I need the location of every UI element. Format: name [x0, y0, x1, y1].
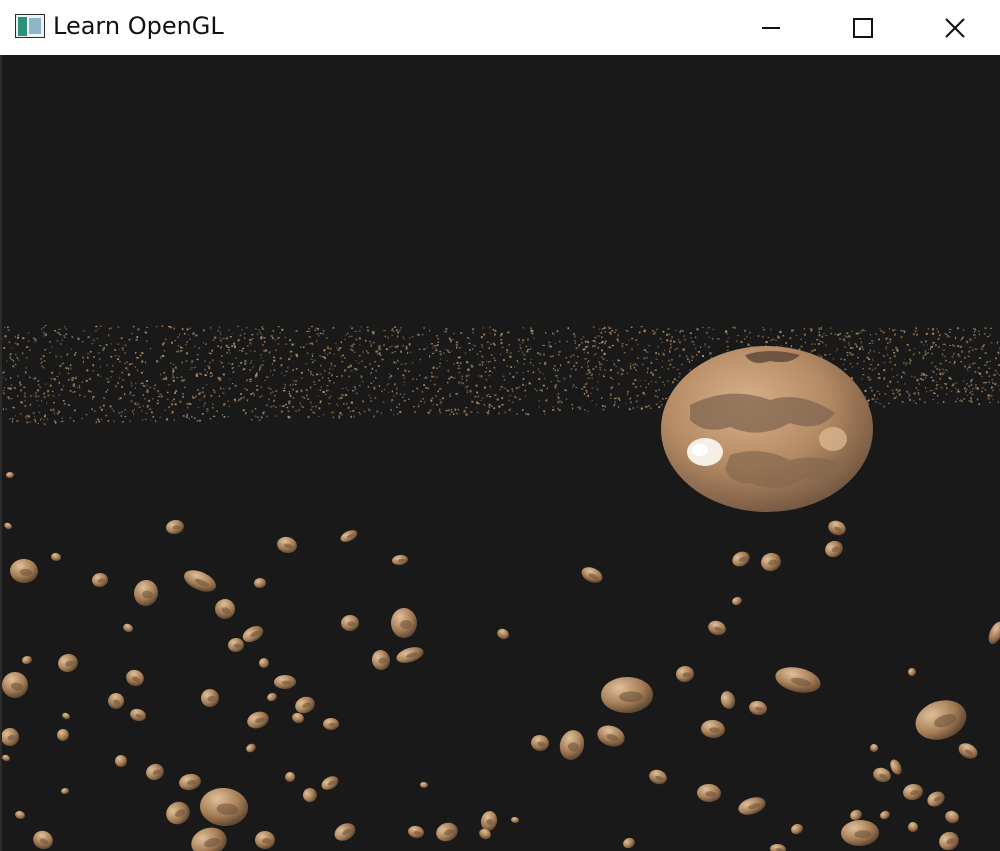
close-button[interactable]: [909, 0, 1000, 55]
window-title: Learn OpenGL: [53, 12, 224, 40]
render-viewport[interactable]: [0, 55, 1000, 851]
minimize-button[interactable]: [725, 0, 817, 55]
close-icon: [945, 17, 965, 38]
maximize-button[interactable]: [817, 0, 909, 55]
planet-mars: [661, 346, 873, 512]
app-window: Learn OpenGL: [0, 0, 1000, 851]
app-icon: [15, 14, 45, 38]
maximize-icon: [853, 17, 873, 38]
minimize-icon: [762, 26, 780, 29]
opengl-scene: [0, 55, 1000, 851]
title-bar[interactable]: Learn OpenGL: [0, 0, 1000, 55]
